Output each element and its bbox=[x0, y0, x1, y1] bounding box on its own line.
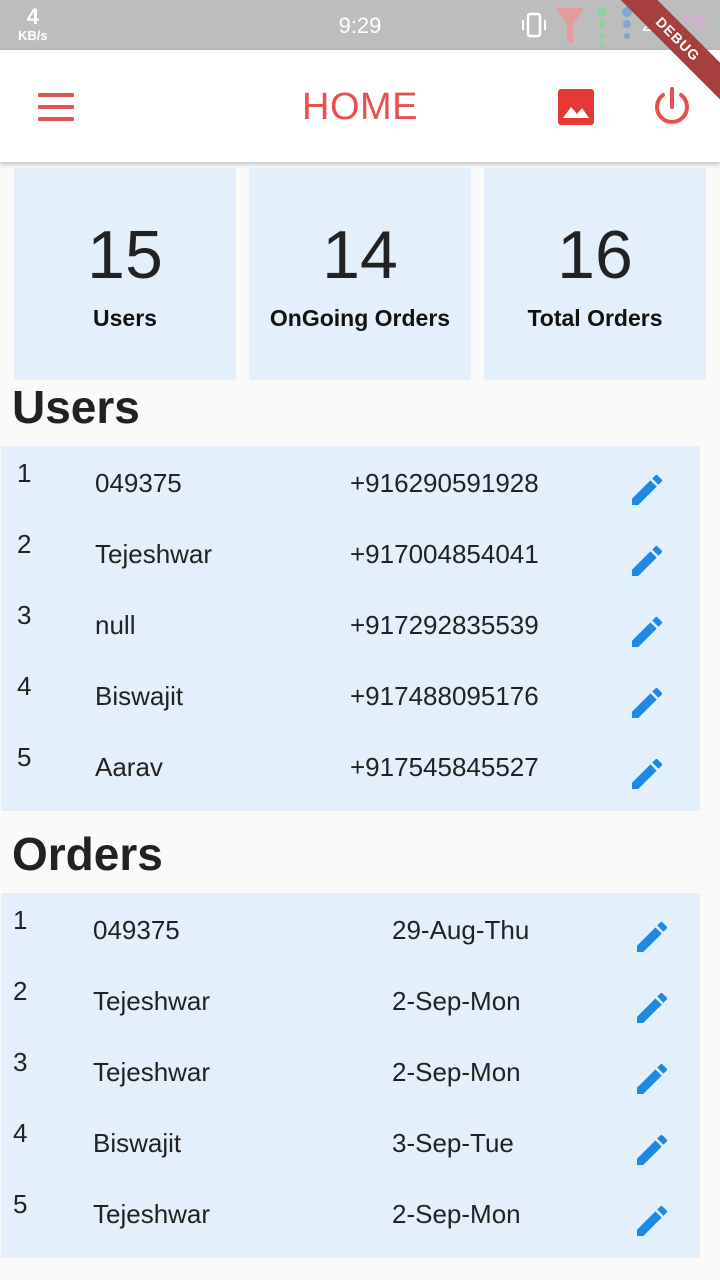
table-row: 5 Tejeshwar 2-Sep-Mon bbox=[1, 1177, 700, 1248]
stat-label: OnGoing Orders bbox=[269, 305, 451, 331]
user-name: Aarav bbox=[95, 752, 163, 782]
edit-icon[interactable] bbox=[632, 1130, 672, 1170]
stat-card-ongoing-orders[interactable]: 14 OnGoing Orders bbox=[249, 168, 471, 380]
table-row: 3 null +917292835539 bbox=[1, 588, 700, 659]
row-index: 5 bbox=[17, 742, 32, 772]
row-index: 3 bbox=[13, 1047, 28, 1077]
order-date: 2-Sep-Mon bbox=[392, 986, 521, 1016]
user-phone: +917004854041 bbox=[350, 539, 539, 569]
user-name: null bbox=[95, 610, 136, 640]
user-phone: +917545845527 bbox=[350, 752, 539, 782]
row-index: 4 bbox=[13, 1118, 28, 1148]
edit-icon[interactable] bbox=[627, 754, 667, 794]
table-row: 2 Tejeshwar +917004854041 bbox=[1, 517, 700, 588]
row-index: 3 bbox=[17, 600, 32, 630]
table-row: 4 Biswajit 3-Sep-Tue bbox=[1, 1106, 700, 1177]
table-row: 3 Tejeshwar 2-Sep-Mon bbox=[1, 1035, 700, 1106]
row-index: 1 bbox=[17, 458, 32, 488]
order-customer: Tejeshwar bbox=[93, 1199, 211, 1229]
user-name: Tejeshwar bbox=[95, 539, 213, 569]
stat-label: Total Orders bbox=[527, 305, 663, 331]
row-index: 5 bbox=[13, 1189, 28, 1219]
stat-value: 14 bbox=[322, 217, 398, 293]
row-index: 1 bbox=[13, 905, 28, 935]
users-section-title: Users bbox=[12, 381, 140, 433]
order-customer: Biswajit bbox=[93, 1128, 182, 1158]
stat-label: Users bbox=[93, 305, 157, 331]
edit-icon[interactable] bbox=[632, 1201, 672, 1241]
stat-value: 15 bbox=[87, 217, 163, 293]
table-row: 2 Tejeshwar 2-Sep-Mon bbox=[1, 964, 700, 1035]
table-row: 1 049375 29-Aug-Thu bbox=[1, 893, 700, 964]
user-phone: +916290591928 bbox=[350, 468, 539, 498]
edit-icon[interactable] bbox=[632, 988, 672, 1028]
dots-app-icon bbox=[597, 7, 632, 48]
table-row: 4 Biswajit +917488095176 bbox=[1, 659, 700, 730]
row-index: 2 bbox=[13, 976, 28, 1006]
vibrate-icon bbox=[522, 12, 546, 38]
users-list: 1 049375 +916290591928 2 Tejeshwar +9170… bbox=[1, 446, 700, 811]
edit-icon[interactable] bbox=[627, 470, 667, 510]
user-name: Biswajit bbox=[95, 681, 184, 711]
edit-icon[interactable] bbox=[632, 1059, 672, 1099]
orders-list: 1 049375 29-Aug-Thu 2 Tejeshwar 2-Sep-Mo… bbox=[1, 893, 700, 1258]
stat-card-total-orders[interactable]: 16 Total Orders bbox=[484, 168, 706, 380]
orders-section-title: Orders bbox=[12, 828, 163, 880]
filter-app-icon bbox=[556, 8, 584, 44]
user-name: 049375 bbox=[95, 468, 182, 498]
table-row: 1 049375 +916290591928 bbox=[1, 446, 700, 517]
order-customer: Tejeshwar bbox=[93, 1057, 211, 1087]
order-date: 2-Sep-Mon bbox=[392, 1057, 521, 1087]
user-phone: +917292835539 bbox=[350, 610, 539, 640]
order-date: 29-Aug-Thu bbox=[392, 915, 530, 945]
order-customer: Tejeshwar bbox=[93, 986, 211, 1016]
stat-value: 16 bbox=[557, 217, 633, 293]
table-row: 5 Aarav +917545845527 bbox=[1, 730, 700, 801]
edit-icon[interactable] bbox=[627, 541, 667, 581]
page-title: HOME bbox=[302, 86, 418, 128]
status-bar: 4 KB/s 9:29 24 bbox=[0, 0, 720, 50]
edit-icon[interactable] bbox=[627, 683, 667, 723]
order-date: 2-Sep-Mon bbox=[392, 1199, 521, 1229]
row-index: 4 bbox=[17, 671, 32, 701]
user-phone: +917488095176 bbox=[350, 681, 539, 711]
order-date: 3-Sep-Tue bbox=[392, 1128, 514, 1158]
row-index: 2 bbox=[17, 529, 32, 559]
edit-icon[interactable] bbox=[627, 612, 667, 652]
stat-card-users[interactable]: 15 Users bbox=[14, 168, 236, 380]
image-icon[interactable] bbox=[556, 87, 596, 127]
app-bar: HOME bbox=[0, 50, 720, 162]
order-customer: 049375 bbox=[93, 915, 180, 945]
stats-cards: 15 Users 14 OnGoing Orders 16 Total Orde… bbox=[14, 168, 708, 380]
power-icon[interactable] bbox=[650, 85, 694, 129]
edit-icon[interactable] bbox=[632, 917, 672, 957]
